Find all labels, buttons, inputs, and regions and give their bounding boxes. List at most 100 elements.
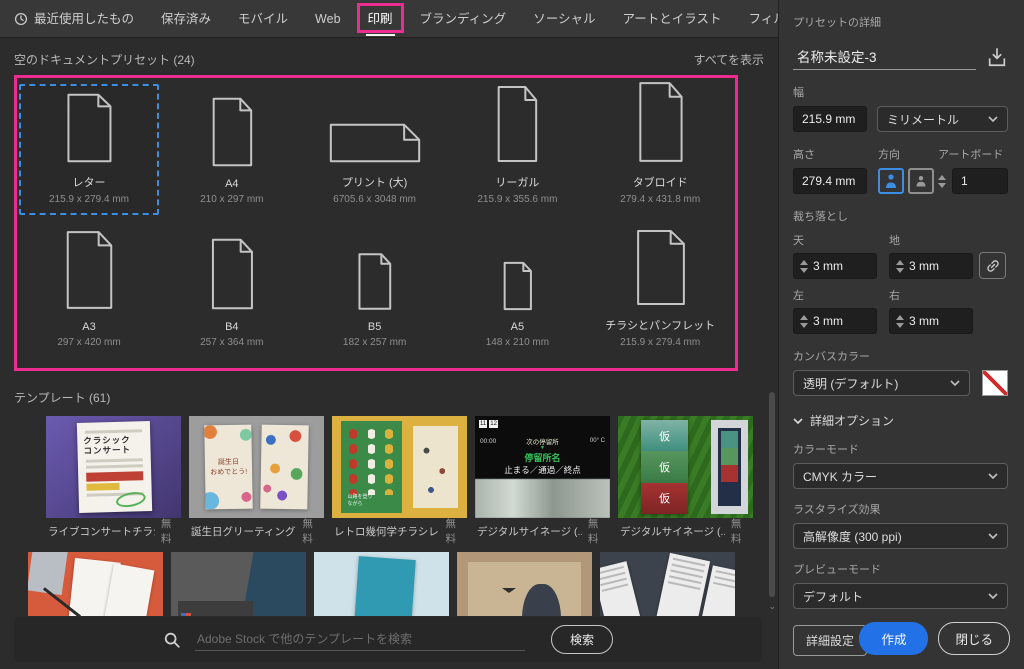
bleed-top-label: 天 <box>793 232 877 248</box>
raster-effects-label: ラスタライズ効果 <box>793 501 1008 517</box>
artboard-step-up[interactable] <box>938 175 946 180</box>
document-page-icon <box>630 228 691 307</box>
tab-label: 保存済み <box>161 0 211 38</box>
bleed-left-input[interactable]: 3 mm <box>793 308 877 334</box>
vertical-scrollbar[interactable] <box>769 392 775 597</box>
template-card-birthday-greeting[interactable]: 誕生日 おめでとう! 誕生日グリーティング... 無料 <box>189 416 324 544</box>
bleed-top-input[interactable]: 3 mm <box>793 253 877 279</box>
step-down[interactable] <box>896 323 904 328</box>
template-card-wireframes[interactable] <box>600 552 735 616</box>
height-input[interactable] <box>793 168 867 194</box>
preset-card-legal[interactable]: リーガル 215.9 x 355.6 mm <box>447 84 587 215</box>
tab-branding[interactable]: ブランディング <box>420 0 507 38</box>
step-down[interactable] <box>800 323 808 328</box>
template-thumbnail[interactable]: 仮 仮 仮 <box>618 416 753 518</box>
poster-shape <box>385 427 393 495</box>
template-thumbnail[interactable]: 11 12 00:00 次の停留所 00° C ▼ 停留所名 止まる／通過／終点 <box>475 416 610 518</box>
preset-card-print-large[interactable]: プリント (大) 6705.6 x 3048 mm <box>305 84 445 215</box>
artboard-count-input[interactable] <box>952 168 1008 194</box>
template-thumbnail[interactable]: 誕生日 おめでとう! <box>189 416 324 518</box>
template-thumbnail[interactable] <box>600 552 735 616</box>
template-thumbnail[interactable] <box>314 552 449 616</box>
orientation-label: 方向 <box>878 146 938 162</box>
tab-print[interactable]: 印刷 <box>368 0 393 38</box>
template-thumbnail[interactable]: クラシック コンサート <box>46 416 181 518</box>
step-up[interactable] <box>896 260 904 265</box>
template-thumbnail[interactable] <box>457 552 592 616</box>
stock-search-input[interactable] <box>195 628 525 651</box>
canvas-color-dropdown[interactable]: 透明 (デフォルト) <box>793 370 970 396</box>
document-page-icon-landscape <box>328 121 422 164</box>
advanced-options-toggle[interactable]: 詳細オプション <box>793 412 1008 429</box>
preset-dims: 215.9 x 279.4 mm <box>620 337 700 348</box>
preset-dims: 297 x 420 mm <box>57 337 120 348</box>
template-thumbnail[interactable]: 山路を登り ながら <box>332 416 467 518</box>
tab-saved[interactable]: 保存済み <box>161 0 211 38</box>
document-page-icon <box>61 92 117 164</box>
template-card-painting[interactable] <box>457 552 592 616</box>
template-card-concert-flyer[interactable]: クラシック コンサート ライブコンサートチラシ... 無料 <box>46 416 181 544</box>
bleed-left-label: 左 <box>793 287 877 303</box>
template-price: 無料 <box>731 516 751 546</box>
search-button[interactable]: 検索 <box>551 625 613 654</box>
tab-label: モバイル <box>238 0 288 38</box>
preset-name: B4 <box>225 321 238 333</box>
color-mode-label: カラーモード <box>793 441 1008 457</box>
template-price: 無料 <box>588 516 608 546</box>
tab-art-illustration[interactable]: アートとイラスト <box>622 0 721 38</box>
poster-panel: 仮 <box>641 420 688 451</box>
tab-recent[interactable]: 最近使用したもの <box>14 0 134 38</box>
more-settings-button[interactable]: 詳細設定 <box>793 625 867 656</box>
step-up[interactable] <box>896 315 904 320</box>
preset-card-b4[interactable]: B4 257 x 364 mm <box>162 227 302 358</box>
orientation-portrait-button[interactable] <box>878 168 904 194</box>
template-card-digital-signage-kiosk[interactable]: 仮 仮 仮 <box>618 416 753 544</box>
document-name-input[interactable] <box>793 44 976 70</box>
template-card-portfolio[interactable]: PORTFOLIO <box>171 552 306 616</box>
preset-card-a4[interactable]: A4 210 x 297 mm <box>162 84 302 215</box>
raster-effects-dropdown[interactable]: 高解像度 (300 ppi) <box>793 523 1008 549</box>
template-card-notebook[interactable] <box>314 552 449 616</box>
preset-card-a3[interactable]: A3 297 x 420 mm <box>19 227 159 358</box>
chevron-down-icon <box>793 418 803 424</box>
create-button[interactable]: 作成 <box>859 622 928 655</box>
preset-card-flyer[interactable]: チラシとパンフレット 215.9 x 279.4 mm <box>590 227 730 358</box>
bleed-right-input[interactable]: 3 mm <box>889 308 973 334</box>
template-card-desk-mockup[interactable] <box>28 552 163 616</box>
transparent-color-swatch[interactable] <box>982 370 1008 396</box>
scrollbar-down-arrow[interactable]: ⌄ <box>768 601 776 612</box>
tab-label: 最近使用したもの <box>34 0 134 38</box>
view-all-link[interactable]: すべてを表示 <box>694 51 764 68</box>
preset-card-a5[interactable]: A5 148 x 210 mm <box>447 227 587 358</box>
tab-mobile[interactable]: モバイル <box>238 0 288 38</box>
bleed-bottom-input[interactable]: 3 mm <box>889 253 973 279</box>
notebook-mock <box>351 556 415 616</box>
step-down[interactable] <box>896 268 904 273</box>
preview-mode-dropdown[interactable]: デフォルト <box>793 583 1008 609</box>
close-button[interactable]: 閉じる <box>938 622 1010 655</box>
template-price: 無料 <box>161 516 179 546</box>
poster-caption: 山路を登り ながら <box>348 493 373 507</box>
step-up[interactable] <box>800 315 808 320</box>
tab-web[interactable]: Web <box>315 0 340 38</box>
template-thumbnail[interactable] <box>28 552 163 616</box>
poster-mock <box>260 425 309 509</box>
step-down[interactable] <box>800 268 808 273</box>
preset-card-tabloid[interactable]: タブロイド 279.4 x 431.8 mm <box>590 84 730 215</box>
preset-card-b5[interactable]: B5 182 x 257 mm <box>305 227 445 358</box>
step-up[interactable] <box>800 260 808 265</box>
save-preset-icon[interactable] <box>986 46 1008 68</box>
link-bleed-values-button[interactable] <box>979 252 1006 279</box>
canvas-color-value: 透明 (デフォルト) <box>803 375 898 392</box>
artboard-step-down[interactable] <box>938 183 946 188</box>
template-card-retro-geometric[interactable]: 山路を登り ながら レトロ幾何学チラシレ... 無料 <box>332 416 467 544</box>
orientation-landscape-button[interactable] <box>908 168 934 194</box>
preset-card-letter[interactable]: レター 215.9 x 279.4 mm <box>19 84 159 215</box>
width-input[interactable] <box>793 106 867 132</box>
unit-dropdown[interactable]: ミリメートル <box>877 106 1008 132</box>
color-mode-dropdown[interactable]: CMYK カラー <box>793 463 1008 489</box>
template-card-digital-signage-bus[interactable]: 11 12 00:00 次の停留所 00° C ▼ 停留所名 止まる／通過／終点 <box>475 416 610 544</box>
preset-name: レター <box>73 174 106 190</box>
tab-social[interactable]: ソーシャル <box>533 0 595 38</box>
template-thumbnail[interactable]: PORTFOLIO <box>171 552 306 616</box>
